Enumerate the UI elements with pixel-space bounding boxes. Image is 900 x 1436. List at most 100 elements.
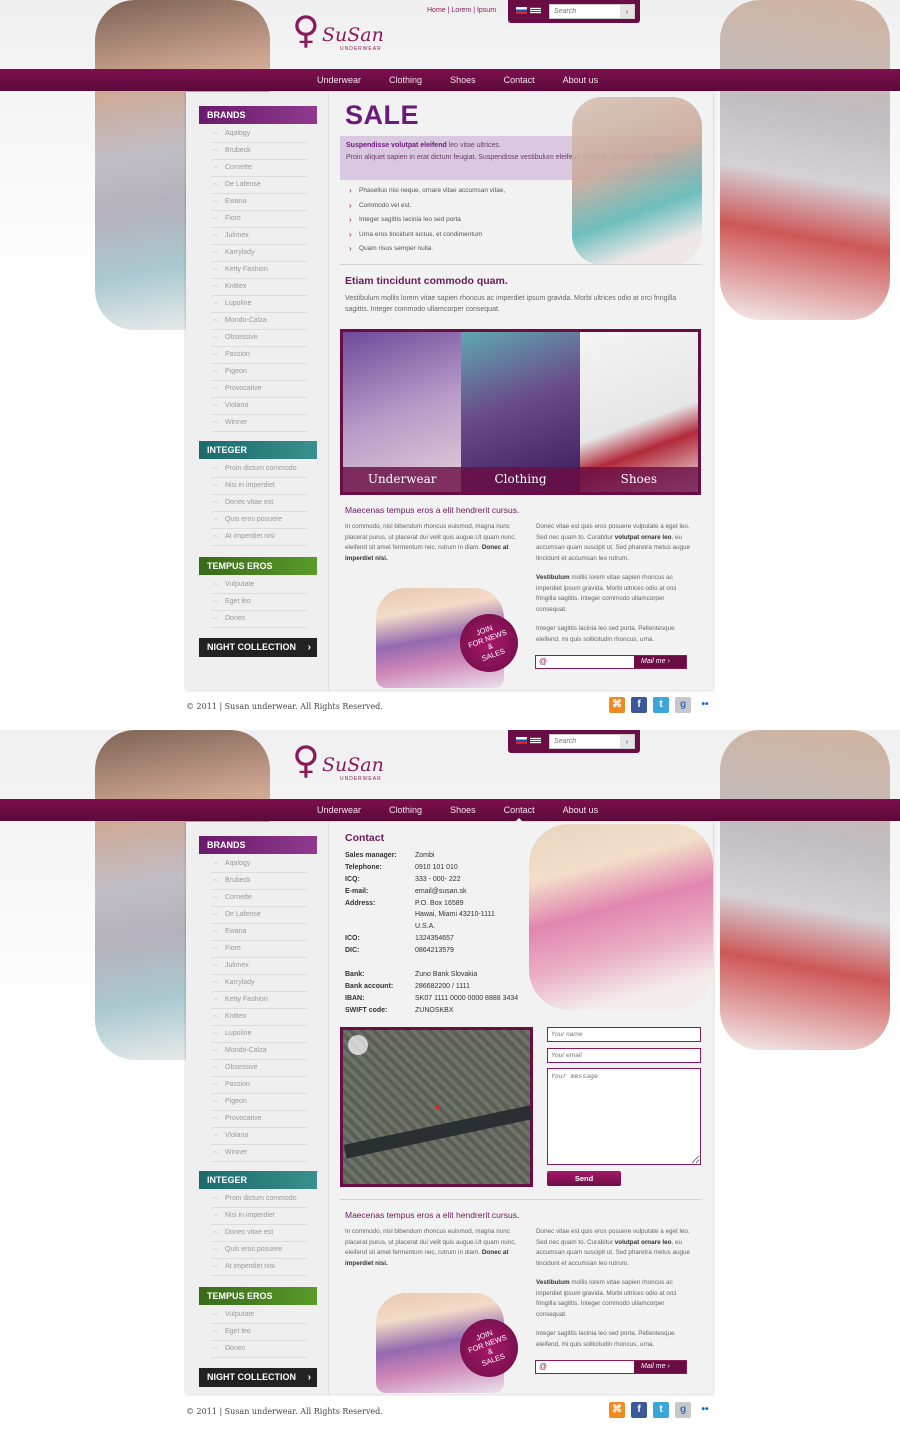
night-collection-button[interactable]: NIGHT COLLECTION ›: [199, 1368, 317, 1387]
top-link-ipsum[interactable]: Ipsum: [477, 7, 496, 14]
top-link-home[interactable]: Home: [427, 7, 446, 14]
gallery-clothing[interactable]: Clothing: [461, 332, 580, 492]
nav-contact[interactable]: Contact: [495, 69, 544, 91]
rss-icon[interactable]: ⌘: [609, 1402, 625, 1418]
nav-underwear[interactable]: Underwear: [308, 69, 370, 91]
sidebar-item-donec[interactable]: Donec: [211, 1341, 307, 1358]
sidebar-item-karrylady[interactable]: Karrylady: [211, 245, 307, 262]
sidebar-item-nisi[interactable]: Nisi in imperdiet: [211, 478, 307, 495]
nav-underwear[interactable]: Underwear: [308, 799, 370, 821]
sidebar-item-proin[interactable]: Proin dictum commodo: [211, 1191, 307, 1208]
sidebar-item-vulputate[interactable]: Vulputate: [211, 1307, 307, 1324]
logo[interactable]: ♀ SuSan UNDERWEAR: [292, 738, 384, 790]
sidebar-item-winner[interactable]: Winner: [211, 415, 307, 432]
sidebar-item-donec-vitae[interactable]: Donec vitae est: [211, 495, 307, 512]
twitter-icon[interactable]: t: [653, 697, 669, 713]
tempus-header[interactable]: TEMPUS EROS: [199, 557, 317, 575]
sidebar-item-ketty-fashion[interactable]: Ketty Fashion: [211, 992, 307, 1009]
google-icon[interactable]: g: [675, 1402, 691, 1418]
sidebar-item-quis-eros[interactable]: Quis eros posuere: [211, 512, 307, 529]
nav-clothing[interactable]: Clothing: [380, 69, 431, 91]
top-link-lorem[interactable]: Lorem: [451, 7, 471, 14]
sidebar-item-knittex[interactable]: Knittex: [211, 279, 307, 296]
gallery-underwear[interactable]: Underwear: [343, 332, 462, 492]
nav-contact[interactable]: Contact: [495, 799, 544, 822]
sidebar-item-ketty-fashion[interactable]: Ketty Fashion: [211, 262, 307, 279]
sidebar-item-aqalogy[interactable]: Aqalogy: [211, 126, 307, 143]
flickr-icon[interactable]: ••: [697, 1402, 713, 1418]
twitter-icon[interactable]: t: [653, 1402, 669, 1418]
sidebar-item-pigeon[interactable]: Pigeon: [211, 1094, 307, 1111]
facebook-icon[interactable]: f: [631, 697, 647, 713]
sidebar-item-fiore[interactable]: Fiore: [211, 211, 307, 228]
rss-icon[interactable]: ⌘: [609, 697, 625, 713]
sidebar-item-de-lafense[interactable]: De Lafense: [211, 177, 307, 194]
sidebar-item-aqalogy[interactable]: Aqalogy: [211, 856, 307, 873]
google-icon[interactable]: g: [675, 697, 691, 713]
nav-clothing[interactable]: Clothing: [380, 799, 431, 821]
mail-me-button[interactable]: Mail me ›: [634, 1361, 686, 1373]
sidebar-item-de-lafense[interactable]: De Lafense: [211, 907, 307, 924]
map-pin-icon[interactable]: ●: [435, 1102, 441, 1113]
nav-about-us[interactable]: About us: [554, 69, 608, 91]
sidebar-item-cornette[interactable]: Cornette: [211, 160, 307, 177]
sidebar-item-ewana[interactable]: Ewana: [211, 194, 307, 211]
search-button[interactable]: ›: [620, 5, 634, 18]
sidebar-item-eget-leo[interactable]: Eget leo: [211, 1324, 307, 1341]
sidebar-item-provocative[interactable]: Provocative: [211, 1111, 307, 1128]
flickr-icon[interactable]: ••: [697, 697, 713, 713]
sidebar-item-cornette[interactable]: Cornette: [211, 890, 307, 907]
nav-shoes[interactable]: Shoes: [441, 799, 485, 821]
facebook-icon[interactable]: f: [631, 1402, 647, 1418]
slovak-flag-icon[interactable]: [516, 7, 527, 14]
sidebar-item-obsessive[interactable]: Obsessive: [211, 1060, 307, 1077]
message-field[interactable]: [547, 1068, 701, 1165]
contact-email-link[interactable]: email@susan.sk: [415, 888, 466, 895]
sidebar-item-vulputate[interactable]: Vulputate: [211, 577, 307, 594]
sidebar-item-mondo-calza[interactable]: Mondo-Calza: [211, 1043, 307, 1060]
sidebar-item-lupoline[interactable]: Lupoline: [211, 1026, 307, 1043]
sidebar-item-eget-leo[interactable]: Eget leo: [211, 594, 307, 611]
sidebar-item-lupoline[interactable]: Lupoline: [211, 296, 307, 313]
brands-header[interactable]: BRANDS: [199, 836, 317, 854]
gallery-shoes[interactable]: Shoes: [579, 332, 698, 492]
sidebar-item-provocative[interactable]: Provocative: [211, 381, 307, 398]
sidebar-item-ewana[interactable]: Ewana: [211, 924, 307, 941]
sidebar-item-passion[interactable]: Passion: [211, 1077, 307, 1094]
brands-header[interactable]: BRANDS: [199, 106, 317, 124]
sidebar-item-julimex[interactable]: Julimex: [211, 958, 307, 975]
newsletter-email-input[interactable]: @: [539, 1362, 547, 1371]
sidebar-item-winner[interactable]: Winner: [211, 1145, 307, 1162]
sidebar-item-pigeon[interactable]: Pigeon: [211, 364, 307, 381]
sidebar-item-julimex[interactable]: Julimex: [211, 228, 307, 245]
integer-header[interactable]: INTEGER: [199, 441, 317, 459]
name-field[interactable]: [547, 1027, 701, 1042]
integer-header[interactable]: INTEGER: [199, 1171, 317, 1189]
logo[interactable]: ♀ SuSan UNDERWEAR: [292, 8, 384, 60]
sidebar-item-donec-vitae[interactable]: Donec vitae est: [211, 1225, 307, 1242]
tempus-header[interactable]: TEMPUS EROS: [199, 1287, 317, 1305]
sidebar-item-at-imperdiet[interactable]: At imperdiet nisi: [211, 529, 307, 546]
night-collection-button[interactable]: NIGHT COLLECTION ›: [199, 638, 317, 657]
nav-shoes[interactable]: Shoes: [441, 69, 485, 91]
sidebar-item-karrylady[interactable]: Karrylady: [211, 975, 307, 992]
newsletter-email-input[interactable]: @: [539, 657, 547, 666]
slovak-flag-icon[interactable]: [516, 737, 527, 744]
sidebar-item-violana[interactable]: Violana: [211, 1128, 307, 1145]
send-button[interactable]: Send: [547, 1171, 621, 1186]
mail-me-button[interactable]: Mail me ›: [634, 656, 686, 668]
sidebar-item-brubeck[interactable]: Brubeck: [211, 143, 307, 160]
sidebar-item-violana[interactable]: Violana: [211, 398, 307, 415]
sidebar-item-knittex[interactable]: Knittex: [211, 1009, 307, 1026]
location-map[interactable]: ●: [340, 1027, 533, 1187]
sidebar-item-mondo-calza[interactable]: Mondo-Calza: [211, 313, 307, 330]
us-flag-icon[interactable]: [530, 7, 541, 14]
sidebar-item-at-imperdiet[interactable]: At imperdiet nisi: [211, 1259, 307, 1276]
sidebar-item-nisi[interactable]: Nisi in imperdiet: [211, 1208, 307, 1225]
sidebar-item-donec[interactable]: Donec: [211, 611, 307, 628]
sidebar-item-proin[interactable]: Proin dictum commodo: [211, 461, 307, 478]
nav-about-us[interactable]: About us: [554, 799, 608, 821]
sidebar-item-brubeck[interactable]: Brubeck: [211, 873, 307, 890]
email-field[interactable]: [547, 1048, 701, 1063]
us-flag-icon[interactable]: [530, 737, 541, 744]
